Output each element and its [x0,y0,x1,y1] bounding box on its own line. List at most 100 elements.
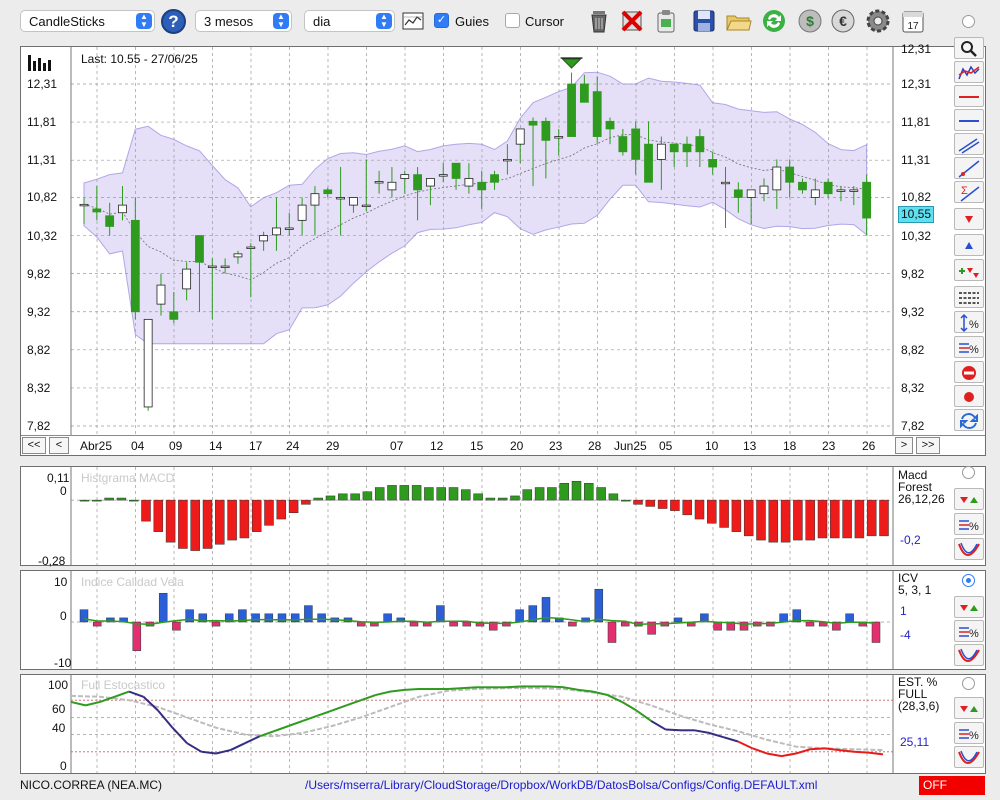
panel-radio-macd[interactable] [962,466,975,479]
save-icon[interactable] [690,7,718,35]
off-button[interactable]: OFF [919,776,985,795]
candle-body [567,83,576,137]
macd-signals-button[interactable] [954,488,984,510]
icv-bar [383,613,392,623]
swap-button[interactable] [954,409,984,431]
dashed-lines-icon [959,292,979,304]
calendar-icon[interactable]: 17 [899,7,927,35]
stoch-signals-button[interactable] [954,697,984,719]
macd-bar [571,480,582,501]
macd-bar [584,483,594,501]
icv-curve-button[interactable] [954,644,984,666]
help-button[interactable]: ? [161,9,186,34]
stoch-curve-button[interactable] [954,746,984,768]
icv-signals-button[interactable] [954,596,984,618]
stoch-lines-percent-button[interactable]: % [954,722,984,744]
fibonacci-button[interactable]: Σ [954,181,984,203]
no-entry-button[interactable] [954,361,984,383]
macd-bar [411,485,422,501]
macd-value: -0,2 [900,533,921,547]
macd-bar [497,497,508,501]
blue-up-arrow-icon [965,242,973,249]
y-axis-label-left: 11,31 [27,153,57,168]
delete-chart-icon[interactable] [618,7,646,35]
zoom-button[interactable] [954,37,984,59]
candlestick-chart[interactable] [21,47,985,435]
interval-select[interactable]: dia ▲ ▼ [304,10,395,32]
gear-icon[interactable] [864,7,892,35]
chevron-updown-icon: ▲ ▼ [273,13,289,29]
signals-button[interactable] [954,259,984,281]
grid-lines-button[interactable] [954,286,984,308]
macd-bar [424,487,434,501]
interval-value: dia [313,14,331,29]
refresh-icon[interactable] [760,7,788,35]
cursor-checkbox[interactable] [505,13,520,28]
config-path-link[interactable]: /Users/mserra/Library/CloudStorage/Dropb… [305,778,817,792]
nav-first-button[interactable]: << [22,437,46,454]
period-select[interactable]: 3 mesos ▲ ▼ [195,10,292,32]
macd-bar [731,499,742,532]
trendline-button[interactable] [954,157,984,179]
macd-y-label-bottom: -0,28 [38,554,66,568]
candle-body [810,189,820,198]
icv-lines-percent-button[interactable]: % [954,620,984,642]
svg-text:%: % [969,628,979,640]
candle-body [130,219,140,313]
x-axis-label: 05 [659,439,673,453]
y-axis-label-right: 8,32 [901,380,925,395]
horizontal-line-blue-button[interactable] [954,109,984,131]
no-entry-icon [962,366,976,380]
panel-radio-main[interactable] [962,15,975,28]
nav-next-button[interactable]: > [895,437,913,454]
guides-chart-icon[interactable] [402,11,424,31]
clipboard-icon[interactable] [652,7,680,35]
macd-bar [190,499,200,551]
macd-bar [399,485,410,501]
macd-bar [141,499,151,522]
lines-percent-icon: % [959,343,979,356]
candle-body [349,197,358,206]
macd-lines-percent-button[interactable]: % [954,513,984,535]
overlay-button[interactable] [954,61,984,83]
icv-bar [607,621,617,643]
macd-bar [264,499,274,526]
nav-prev-button[interactable]: < [49,437,69,454]
open-folder-icon[interactable] [724,7,752,35]
scale-percent-button[interactable]: % [954,311,984,333]
stochastic-k-segment [230,742,246,751]
stochastic-chart[interactable] [21,675,985,773]
stochastic-d-line [70,687,884,752]
stochastic-k-segment [795,748,811,755]
horizontal-line-red-button[interactable] [954,85,984,107]
candle-body [631,128,641,160]
candle-body [669,143,679,153]
red-line-icon [959,96,979,98]
panel-radio-stochastic[interactable] [962,677,975,690]
macd-bar [436,487,446,501]
euro-icon[interactable]: € [829,7,857,35]
y-axis-label-right: 9,82 [901,266,925,281]
chart-type-select[interactable]: CandleSticks ▲ ▼ [20,10,155,32]
candle-body [207,265,217,268]
stochastic-k-segment [70,700,86,707]
dollar-icon[interactable]: $ [796,7,824,35]
stochastic-k-segment [462,686,478,690]
channel-button[interactable] [954,133,984,155]
guides-checkbox[interactable]: ✓ [434,13,449,28]
macd-bar [485,497,496,501]
up-arrow-button[interactable] [954,234,984,256]
macd-curve-button[interactable] [954,538,984,560]
swap-arrows-icon [960,413,978,429]
down-arrow-button[interactable] [954,208,984,230]
lines-percent-button[interactable]: % [954,336,984,358]
trash-icon[interactable] [585,7,613,35]
nav-last-button[interactable]: >> [916,437,940,454]
candle-body [310,193,320,206]
panel-radio-icv[interactable] [962,574,975,587]
candle-body [451,162,461,179]
record-button[interactable] [954,385,984,407]
macd-y-label-zero: 0 [60,484,67,498]
macd-bar [547,487,557,501]
x-axis-label: 26 [862,439,876,453]
